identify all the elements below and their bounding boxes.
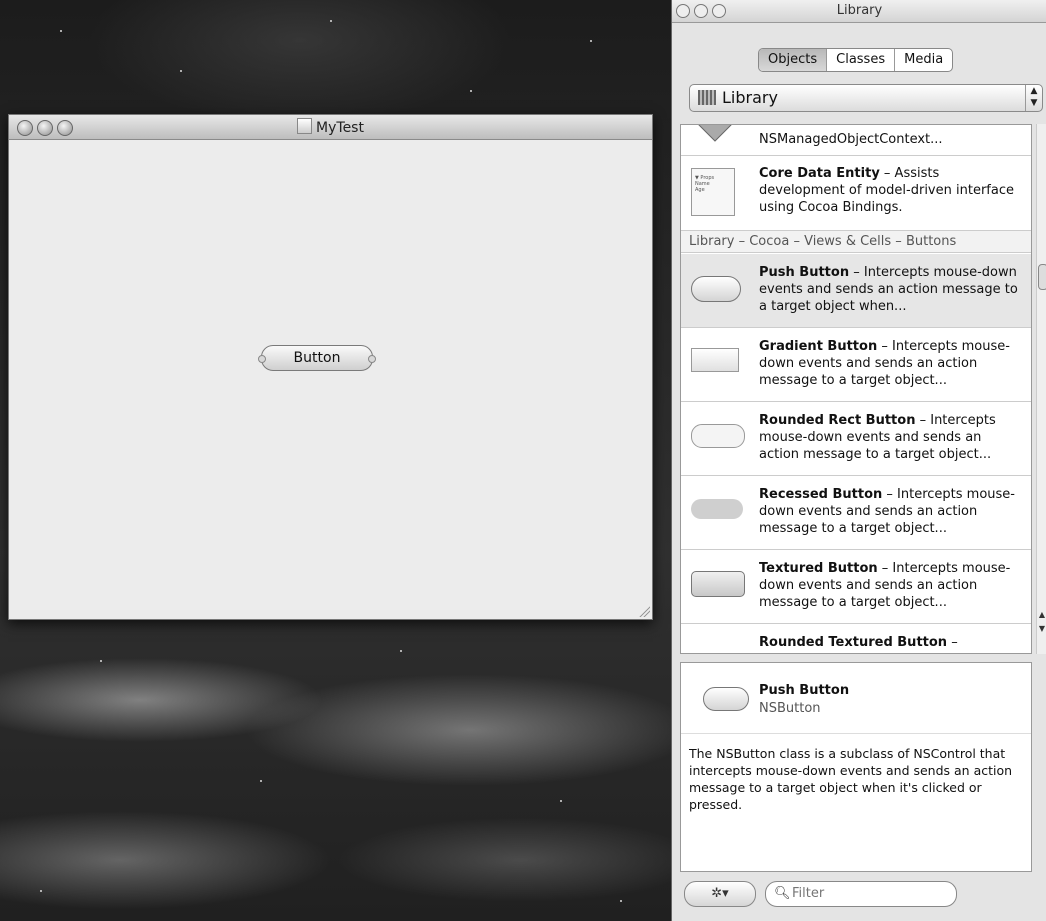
list-item-text: Push Button – Intercepts mouse-down even… — [759, 264, 1025, 315]
list-item-text: Core Data Entity – Assists development o… — [759, 165, 1025, 216]
document-icon — [297, 118, 313, 134]
scroll-down-arrow-icon[interactable]: ▼ — [1037, 624, 1046, 633]
gear-menu-button[interactable]: ✲▾ — [684, 881, 756, 907]
list-item-title: Rounded Textured Button — [759, 635, 948, 650]
library-panel: Library Objects Classes Media Library ▲ ▼… — [671, 0, 1046, 921]
list-item[interactable]: NSManagedObjectContext... — [681, 125, 1031, 156]
star — [260, 780, 262, 782]
filter-input[interactable] — [790, 885, 944, 902]
divider — [681, 733, 1031, 734]
recessed-button-icon — [691, 499, 743, 519]
tab-objects[interactable]: Objects — [759, 49, 828, 71]
push-button-icon — [691, 276, 741, 302]
list-item-text: Gradient Button – Intercepts mouse-down … — [759, 338, 1025, 389]
list-item-textured-button[interactable]: Textured Button – Intercepts mouse-down … — [681, 550, 1031, 624]
search-icon: 🔍︎ — [774, 886, 791, 901]
list-item-rounded-textured-button[interactable]: Rounded Textured Button – — [681, 624, 1031, 653]
star — [470, 90, 472, 92]
window-titlebar[interactable]: MyTest — [9, 115, 652, 140]
resize-handle-left[interactable] — [258, 355, 266, 363]
list-item-push-button[interactable]: Push Button – Intercepts mouse-down even… — [681, 254, 1031, 328]
library-titlebar[interactable]: Library — [672, 0, 1046, 23]
mytest-window: MyTest Button — [8, 114, 653, 620]
list-item-description: – — [947, 635, 958, 650]
star — [100, 660, 102, 662]
textured-button-icon — [691, 571, 745, 597]
push-button[interactable]: Button — [258, 345, 376, 371]
window-title-text: MyTest — [316, 120, 364, 136]
core-data-entity-icon: ▼ Props Name Age — [691, 168, 735, 216]
star — [400, 650, 402, 652]
star — [560, 800, 562, 802]
detail-pane: Push Button NSButton The NSButton class … — [680, 662, 1032, 872]
updown-arrows-icon: ▲ ▼ — [1025, 85, 1042, 111]
list-item-title: Recessed Button — [759, 487, 883, 502]
library-popup-value: Library — [722, 88, 778, 107]
list-item-title: Gradient Button — [759, 339, 878, 354]
window-title: MyTest — [9, 118, 652, 136]
list-item-title: Textured Button — [759, 561, 878, 576]
resize-grip-icon[interactable] — [638, 605, 650, 617]
list-item-text: Rounded Textured Button – — [759, 634, 1025, 651]
scroll-up-arrow-icon[interactable]: ▲ — [1037, 610, 1046, 619]
library-object-list[interactable]: NSManagedObjectContext... ▼ Props Name A… — [680, 124, 1032, 654]
push-button-label: Button — [293, 350, 341, 366]
tab-media[interactable]: Media — [895, 49, 952, 71]
managed-object-context-icon — [698, 125, 732, 142]
list-item-text: Recessed Button – Intercepts mouse-down … — [759, 486, 1025, 537]
star — [40, 890, 42, 892]
star — [590, 40, 592, 42]
list-item-title: Core Data Entity — [759, 166, 880, 181]
list-item-title: Rounded Rect Button — [759, 413, 916, 428]
library-books-icon — [698, 90, 716, 105]
list-item-description: NSManagedObjectContext... — [759, 132, 943, 147]
star — [330, 20, 332, 22]
list-item-recessed-button[interactable]: Recessed Button – Intercepts mouse-down … — [681, 476, 1031, 550]
list-item-text: Textured Button – Intercepts mouse-down … — [759, 560, 1025, 611]
tab-classes[interactable]: Classes — [827, 49, 896, 71]
gradient-button-icon — [691, 348, 739, 372]
push-button-icon — [703, 687, 749, 711]
group-header: Library – Cocoa – Views & Cells – Button… — [681, 231, 1031, 253]
list-item-text: Rounded Rect Button – Intercepts mouse-d… — [759, 412, 1025, 463]
list-scrollbar[interactable]: ▲ ▼ — [1036, 124, 1046, 654]
star — [180, 70, 182, 72]
library-popup[interactable]: Library ▲ ▼ — [689, 84, 1043, 112]
star — [620, 900, 622, 902]
list-item-gradient-button[interactable]: Gradient Button – Intercepts mouse-down … — [681, 328, 1031, 402]
list-item-rounded-rect-button[interactable]: Rounded Rect Button – Intercepts mouse-d… — [681, 402, 1031, 476]
resize-handle-right[interactable] — [368, 355, 376, 363]
rounded-rect-button-icon — [691, 424, 745, 448]
gear-icon: ✲▾ — [711, 886, 729, 901]
detail-class-name: NSButton — [759, 701, 821, 716]
library-tab-control: Objects Classes Media — [758, 48, 954, 72]
detail-description: The NSButton class is a subclass of NSCo… — [689, 746, 1013, 812]
list-item-title: Push Button — [759, 265, 850, 280]
scrollbar-knob[interactable] — [1038, 264, 1046, 290]
list-item[interactable]: ▼ Props Name Age Core Data Entity – Assi… — [681, 156, 1031, 231]
library-title: Library — [836, 3, 883, 18]
filter-field[interactable]: 🔍︎ — [765, 881, 957, 907]
star — [60, 30, 62, 32]
detail-title: Push Button — [759, 683, 850, 698]
